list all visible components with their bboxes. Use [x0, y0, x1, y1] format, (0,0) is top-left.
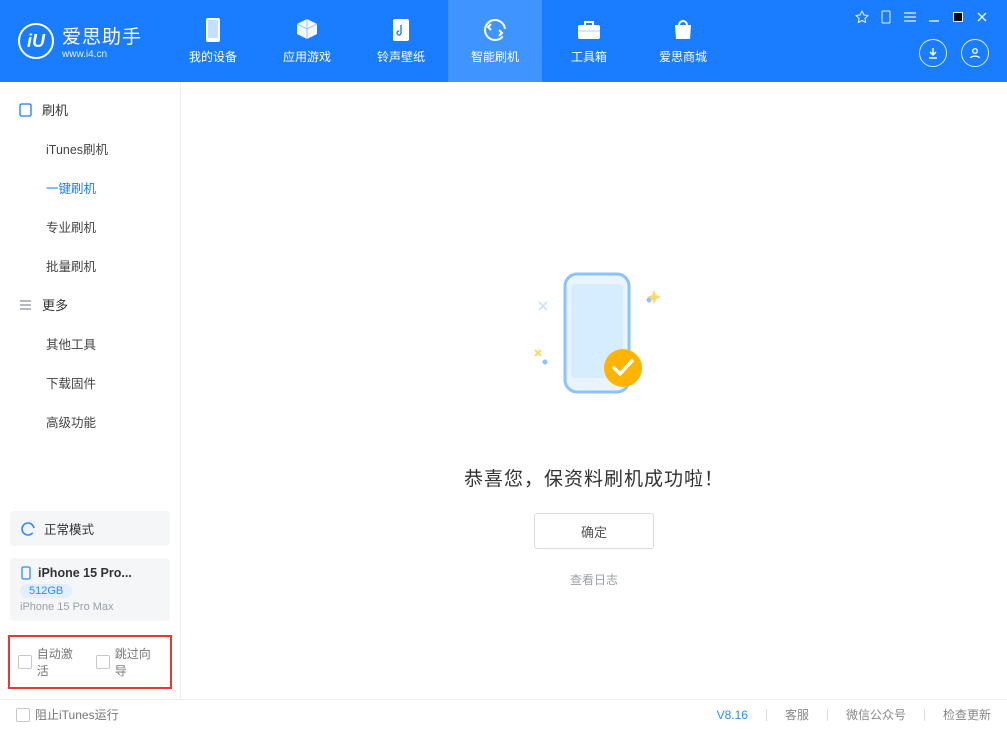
music-icon — [388, 17, 414, 43]
divider — [766, 709, 767, 721]
sidebar-item-one-click-flash[interactable]: 一键刷机 — [0, 168, 180, 207]
sidebar-item-pro-flash[interactable]: 专业刷机 — [0, 207, 180, 246]
sidebar-item-itunes-flash[interactable]: iTunes刷机 — [0, 129, 180, 168]
menu-icon[interactable] — [903, 10, 917, 24]
app-name: 爱思助手 — [62, 22, 142, 49]
sidebar-section-flash[interactable]: 刷机 — [0, 90, 180, 129]
highlighted-options-row: 自动激活 跳过向导 — [8, 635, 172, 689]
more-icon — [18, 298, 32, 312]
checkbox-icon — [18, 655, 32, 669]
nav-label: 应用游戏 — [283, 48, 331, 65]
close-icon[interactable] — [975, 10, 989, 24]
device-icon — [200, 17, 226, 43]
success-illustration — [509, 252, 679, 422]
refresh-icon — [482, 17, 508, 43]
sidebar-item-batch-flash[interactable]: 批量刷机 — [0, 246, 180, 285]
bag-icon — [670, 17, 696, 43]
block-itunes-label: 阻止iTunes运行 — [35, 706, 119, 723]
app-site: www.i4.cn — [62, 49, 142, 60]
header-right — [919, 39, 989, 67]
section-title: 更多 — [42, 295, 68, 314]
ok-button[interactable]: 确定 — [534, 513, 654, 549]
toolbox-icon — [576, 17, 602, 43]
nav-label: 爱思商城 — [659, 48, 707, 65]
user-button[interactable] — [961, 39, 989, 67]
divider — [827, 709, 828, 721]
app-header: iU 爱思助手 www.i4.cn 我的设备 应用游戏 铃声壁纸 智能刷机 — [0, 0, 1007, 82]
divider — [924, 709, 925, 721]
checkbox-icon — [16, 708, 30, 722]
sidebar-item-advanced[interactable]: 高级功能 — [0, 402, 180, 441]
maximize-icon[interactable] — [951, 10, 965, 24]
tablet-icon — [18, 103, 32, 117]
app-logo: iU 爱思助手 www.i4.cn — [18, 22, 142, 60]
logo-icon: iU — [18, 23, 54, 59]
mode-label: 正常模式 — [44, 519, 94, 538]
feedback-icon[interactable] — [855, 10, 869, 24]
cube-icon — [294, 17, 320, 43]
footer-link-update[interactable]: 检查更新 — [943, 706, 991, 723]
footer-link-support[interactable]: 客服 — [785, 706, 809, 723]
nav-label: 工具箱 — [571, 48, 607, 65]
footer-link-wechat[interactable]: 微信公众号 — [846, 706, 906, 723]
block-itunes-checkbox[interactable]: 阻止iTunes运行 — [16, 706, 119, 723]
device-mode-box[interactable]: 正常模式 — [10, 511, 170, 546]
nav-ringtones-wallpaper[interactable]: 铃声壁纸 — [354, 0, 448, 82]
download-button[interactable] — [919, 39, 947, 67]
skip-guide-checkbox[interactable]: 跳过向导 — [96, 645, 162, 679]
phone-icon[interactable] — [879, 10, 893, 24]
nav-store[interactable]: 爱思商城 — [636, 0, 730, 82]
checkbox-icon — [96, 655, 110, 669]
nav-apps-games[interactable]: 应用游戏 — [260, 0, 354, 82]
sidebar: 刷机 iTunes刷机 一键刷机 专业刷机 批量刷机 更多 其他工具 下载固件 … — [0, 82, 181, 699]
nav-label: 智能刷机 — [471, 48, 519, 65]
sidebar-item-other-tools[interactable]: 其他工具 — [0, 324, 180, 363]
nav-label: 铃声壁纸 — [377, 48, 425, 65]
skip-guide-label: 跳过向导 — [115, 645, 162, 679]
top-nav: 我的设备 应用游戏 铃声壁纸 智能刷机 工具箱 爱思商城 — [166, 0, 919, 82]
success-message: 恭喜您，保资料刷机成功啦！ — [464, 464, 724, 491]
nav-toolbox[interactable]: 工具箱 — [542, 0, 636, 82]
device-info-box[interactable]: iPhone 15 Pro... 512GB iPhone 15 Pro Max — [10, 558, 170, 621]
view-log-link[interactable]: 查看日志 — [570, 571, 618, 588]
storage-badge: 512GB — [20, 584, 72, 598]
device-model: iPhone 15 Pro Max — [20, 601, 160, 613]
device-name: iPhone 15 Pro... — [38, 566, 132, 580]
nav-smart-flash[interactable]: 智能刷机 — [448, 0, 542, 82]
refresh-mode-icon — [20, 521, 36, 537]
version-label: V8.16 — [717, 708, 748, 722]
main-content: 恭喜您，保资料刷机成功啦！ 确定 查看日志 — [181, 82, 1007, 699]
window-controls — [855, 10, 989, 24]
nav-my-device[interactable]: 我的设备 — [166, 0, 260, 82]
minimize-icon[interactable] — [927, 10, 941, 24]
sidebar-item-download-firmware[interactable]: 下载固件 — [0, 363, 180, 402]
section-title: 刷机 — [42, 100, 68, 119]
sidebar-section-more[interactable]: 更多 — [0, 285, 180, 324]
status-bar: 阻止iTunes运行 V8.16 客服 微信公众号 检查更新 — [0, 699, 1007, 729]
auto-activate-checkbox[interactable]: 自动激活 — [18, 645, 84, 679]
auto-activate-label: 自动激活 — [37, 645, 84, 679]
nav-label: 我的设备 — [189, 48, 237, 65]
phone-small-icon — [20, 566, 32, 580]
